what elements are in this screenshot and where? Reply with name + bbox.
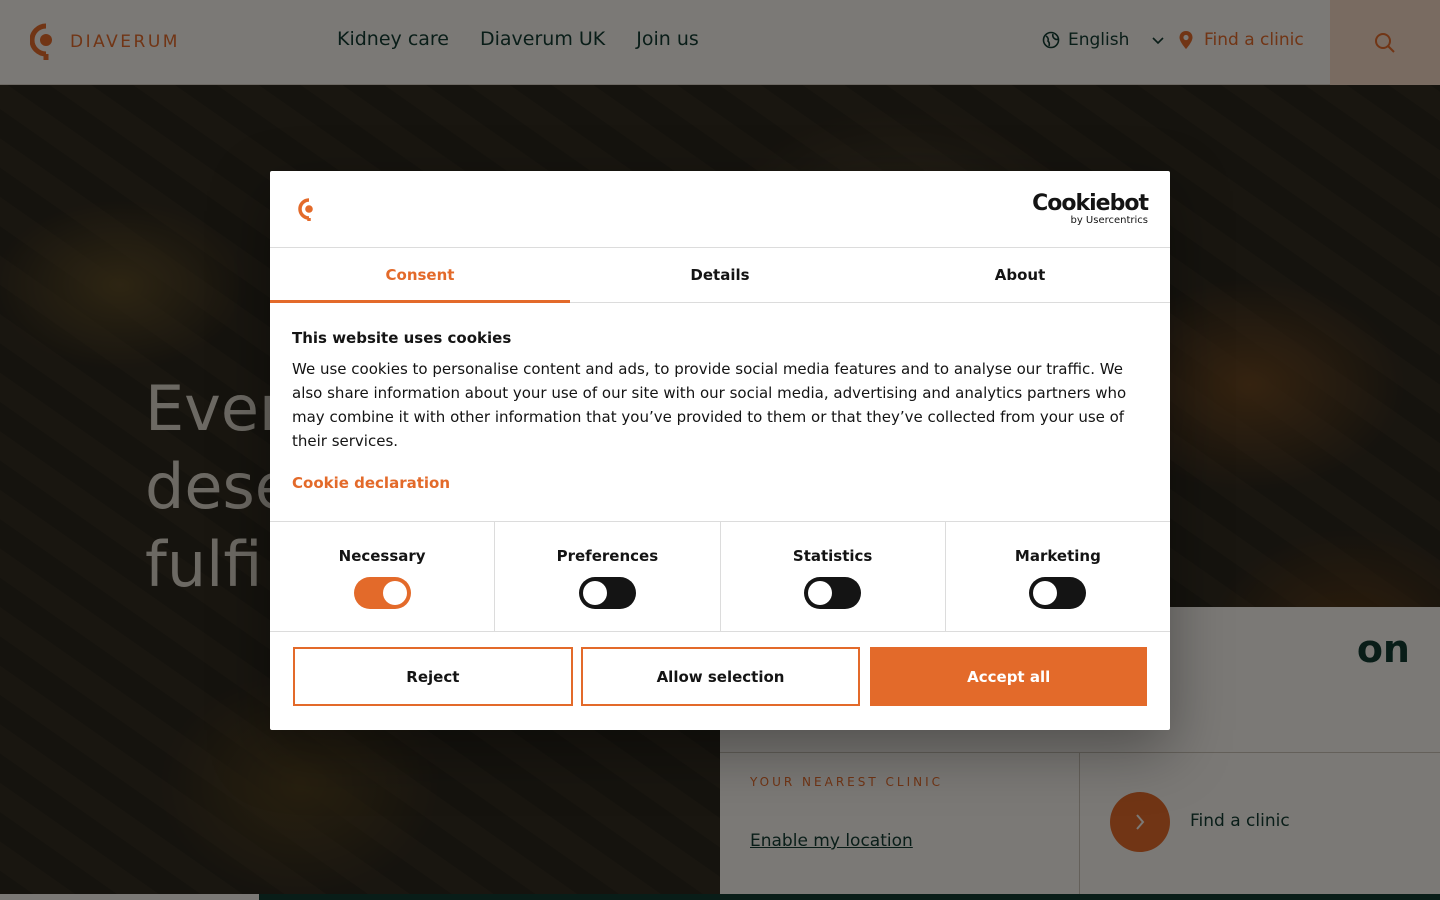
dialog-title: This website uses cookies — [292, 329, 512, 347]
cookiebot-logo[interactable]: Cookiebot by Usercentrics — [1032, 191, 1149, 227]
toggle-label: Preferences — [556, 547, 659, 565]
toggle-statistics: Statistics — [721, 522, 946, 631]
switch-knob — [1033, 581, 1058, 605]
dialog-body: This website uses cookies We use cookies… — [270, 303, 1170, 522]
dialog-tabs: Consent Details About — [270, 248, 1170, 303]
switch-knob — [808, 581, 833, 605]
toggle-label: Marketing — [1014, 547, 1101, 565]
toggle-marketing: Marketing — [946, 522, 1170, 631]
cookiebot-brand: Cookiebot — [1032, 191, 1149, 216]
allow-selection-button[interactable]: Allow selection — [580, 647, 861, 706]
necessary-switch[interactable] — [353, 577, 411, 609]
consent-toggles: Necessary Preferences Statistics Marketi… — [270, 522, 1170, 632]
toggle-label: Statistics — [792, 547, 873, 565]
cookie-consent-dialog: Cookiebot by Usercentrics Consent Detail… — [270, 171, 1170, 730]
switch-knob — [582, 581, 607, 605]
marketing-switch[interactable] — [1029, 577, 1087, 609]
dialog-actions: Reject Allow selection Accept all — [270, 632, 1170, 706]
reject-button[interactable]: Reject — [293, 647, 573, 706]
tab-details[interactable]: Details — [570, 248, 870, 302]
tab-consent[interactable]: Consent — [270, 248, 570, 303]
toggle-label: Necessary — [338, 547, 426, 565]
toggle-preferences: Preferences — [495, 522, 721, 631]
dialog-text: We use cookies to personalise content an… — [292, 360, 1127, 450]
accept-all-button[interactable]: Accept all — [870, 647, 1148, 706]
switch-knob — [382, 581, 407, 605]
dialog-header: Cookiebot by Usercentrics — [270, 171, 1170, 248]
tab-about[interactable]: About — [870, 248, 1170, 302]
cookie-declaration-link[interactable]: Cookie declaration — [292, 474, 450, 492]
cookiebot-subtitle: by Usercentrics — [1070, 215, 1148, 226]
toggle-necessary: Necessary — [270, 522, 496, 631]
statistics-switch[interactable] — [804, 577, 862, 609]
preferences-switch[interactable] — [578, 577, 636, 609]
diaverum-mark-icon — [298, 198, 313, 221]
